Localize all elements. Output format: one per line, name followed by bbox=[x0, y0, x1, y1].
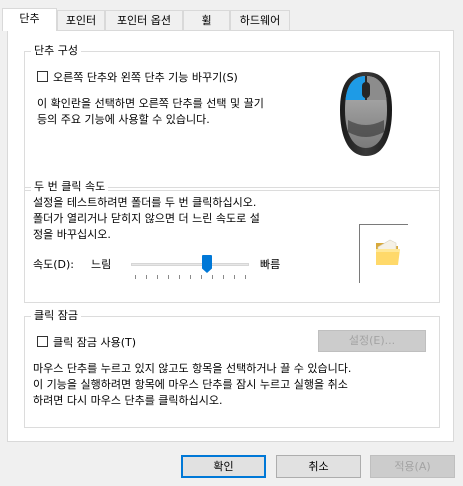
slider-tick bbox=[212, 275, 213, 279]
tab-pointers[interactable]: 포인터 bbox=[57, 10, 105, 30]
click-lock-group: 클릭 잠금 클릭 잠금 사용(T) 설정(E)... 마우스 단추를 누르고 있… bbox=[24, 309, 440, 428]
ok-button[interactable]: 확인 bbox=[181, 455, 266, 478]
speed-label: 속도(D): bbox=[33, 258, 74, 271]
fast-label: 빠름 bbox=[260, 258, 281, 271]
double-click-speed-slider[interactable] bbox=[131, 254, 249, 279]
folder-icon[interactable] bbox=[374, 237, 402, 267]
slider-tick bbox=[234, 275, 235, 279]
button-config-description-1: 이 확인란을 선택하면 오른쪽 단추를 선택 및 끌기 bbox=[37, 97, 264, 110]
slider-tick bbox=[179, 275, 180, 279]
slider-tick bbox=[201, 275, 202, 279]
button-config-title: 단추 구성 bbox=[31, 44, 81, 58]
tab-panel: 단추 구성 오른쪽 단추와 왼쪽 단추 기능 바꾸기(S) 이 확인란을 선택하… bbox=[7, 30, 454, 442]
slider-track bbox=[131, 263, 249, 266]
click-lock-settings-button[interactable]: 설정(E)... bbox=[318, 330, 426, 352]
double-click-group: 두 번 클릭 속도 설정을 테스트하려면 폴더를 두 번 클릭하십시오. 폴더가… bbox=[24, 180, 440, 303]
slider-ticks bbox=[131, 275, 249, 279]
click-lock-label[interactable]: 클릭 잠금 사용(T) bbox=[53, 334, 136, 350]
slider-tick bbox=[190, 275, 191, 279]
slider-tick bbox=[146, 275, 147, 279]
button-config-group: 단추 구성 오른쪽 단추와 왼쪽 단추 기능 바꾸기(S) 이 확인란을 선택하… bbox=[24, 44, 440, 191]
click-lock-description-3: 하려면 다시 마우스 단추를 클릭하십시오. bbox=[33, 394, 223, 407]
slow-label: 느림 bbox=[91, 258, 112, 271]
slider-tick bbox=[157, 275, 158, 279]
button-config-description-2: 등의 주요 기능에 사용할 수 있습니다. bbox=[37, 113, 210, 126]
tab-pointer-options[interactable]: 포인터 옵션 bbox=[105, 10, 183, 30]
apply-button[interactable]: 적용(A) bbox=[370, 455, 455, 478]
slider-tick bbox=[245, 275, 246, 279]
double-click-description-1: 설정을 테스트하려면 폴더를 두 번 클릭하십시오. bbox=[33, 196, 257, 209]
test-area[interactable] bbox=[359, 224, 408, 283]
mouse-icon bbox=[340, 72, 392, 156]
swap-buttons-label[interactable]: 오른쪽 단추와 왼쪽 단추 기능 바꾸기(S) bbox=[53, 69, 238, 85]
slider-tick bbox=[168, 275, 169, 279]
slider-thumb[interactable] bbox=[202, 255, 212, 273]
swap-buttons-checkbox[interactable] bbox=[37, 71, 48, 82]
click-lock-checkbox[interactable] bbox=[37, 336, 48, 347]
double-click-description-3: 정을 바꾸십시오. bbox=[33, 228, 111, 241]
double-click-title: 두 번 클릭 속도 bbox=[31, 180, 109, 194]
click-lock-description-2: 이 기능을 실행하려면 항목에 마우스 단추를 잠시 누르고 실행을 취소 bbox=[33, 378, 348, 391]
tab-wheel[interactable]: 휠 bbox=[183, 10, 230, 30]
click-lock-title: 클릭 잠금 bbox=[31, 309, 81, 323]
click-lock-description-1: 마우스 단추를 누르고 있지 않고도 항목을 선택하거나 끌 수 있습니다. bbox=[33, 362, 352, 375]
double-click-description-2: 폴더가 열리거나 닫히지 않으면 더 느린 속도로 설 bbox=[33, 212, 260, 225]
slider-tick bbox=[135, 275, 136, 279]
tab-buttons[interactable]: 단추 bbox=[2, 8, 57, 31]
tab-hardware[interactable]: 하드웨어 bbox=[230, 10, 290, 30]
slider-tick bbox=[223, 275, 224, 279]
cancel-button[interactable]: 취소 bbox=[276, 455, 361, 478]
